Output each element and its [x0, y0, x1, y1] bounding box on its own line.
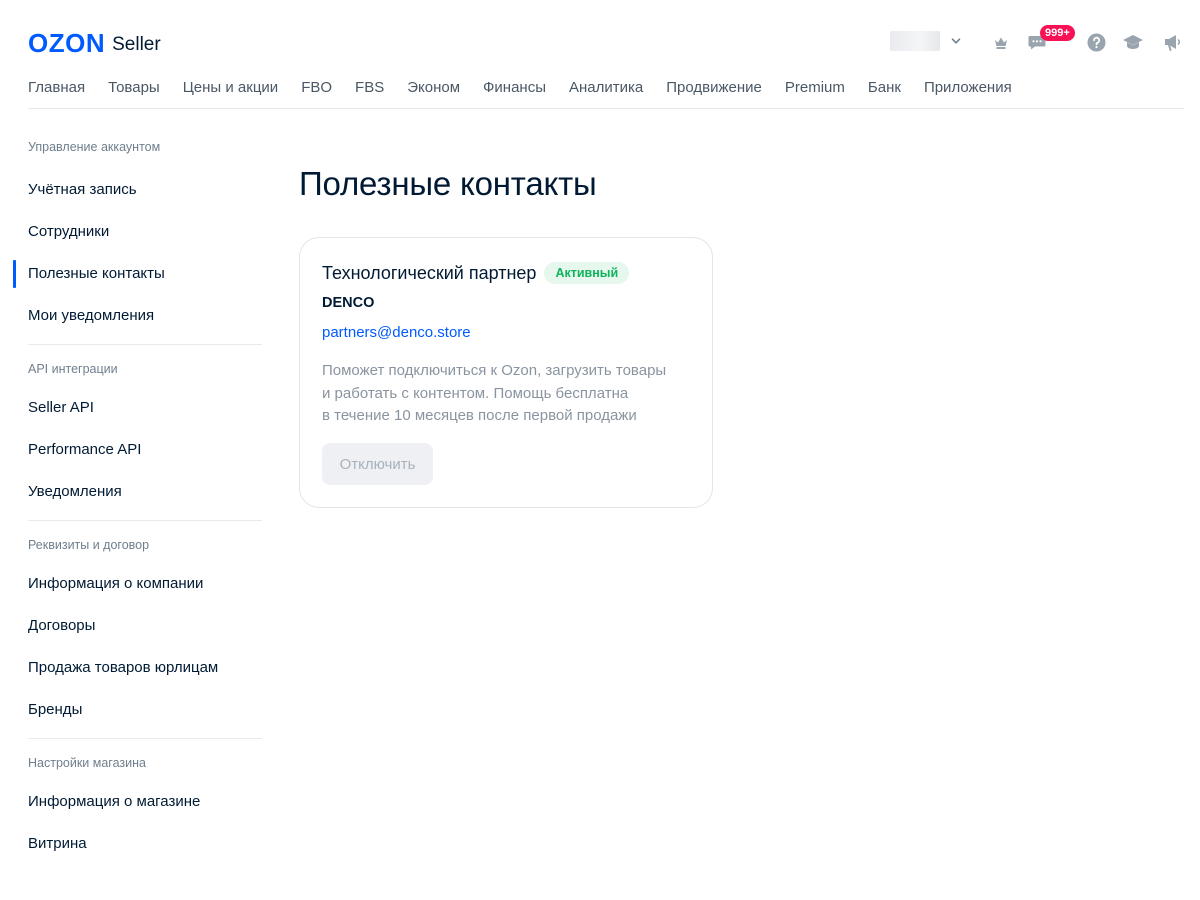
disconnect-button[interactable]: Отключить — [322, 443, 433, 485]
partner-description-line: и работать с контентом. Помощь бесплатна — [322, 384, 629, 402]
topnav-item-promotion[interactable]: Продвижение — [666, 78, 762, 100]
logo-ozon-text: OZON — [28, 28, 106, 58]
topnav-item-finance[interactable]: Финансы — [483, 78, 546, 100]
sidebar-item-useful-contacts[interactable]: Полезные контакты — [0, 260, 262, 288]
sidebar-item-store-info[interactable]: Информация о магазине — [0, 792, 262, 812]
partner-email-link[interactable]: partners@denco.store — [322, 323, 471, 343]
sidebar-item-contracts[interactable]: Договоры — [0, 616, 262, 636]
chevron-down-icon — [951, 38, 961, 44]
topnav-item-premium[interactable]: Premium — [785, 78, 845, 100]
status-badge: Активный — [544, 262, 630, 284]
topnav-item-apps[interactable]: Приложения — [924, 78, 1012, 100]
ozon-seller-logo[interactable]: OZON Seller — [28, 28, 161, 56]
partner-description: Поможет подключиться к Ozon, загрузить т… — [322, 360, 692, 428]
header: OZON Seller 999+ Главная Товары Цены и а… — [0, 0, 1200, 110]
sidebar-item-seller-api[interactable]: Seller API — [0, 398, 262, 418]
megaphone-icon[interactable] — [1161, 31, 1183, 53]
sidebar-group-title: Реквизиты и договор — [28, 538, 150, 552]
page-title: Полезные контакты — [299, 165, 597, 202]
notifications-badge: 999+ — [1040, 25, 1075, 41]
topnav-item-main[interactable]: Главная — [28, 78, 85, 100]
topnav-item-fbs[interactable]: FBS — [355, 78, 384, 100]
sidebar-item-my-notifications[interactable]: Мои уведомления — [0, 306, 262, 326]
crown-icon[interactable] — [990, 31, 1012, 53]
sidebar-item-performance-api[interactable]: Performance API — [0, 440, 262, 460]
topnav-item-prices[interactable]: Цены и акции — [183, 78, 278, 100]
logo-seller-text: Seller — [112, 34, 161, 55]
sidebar-item-api-notifications[interactable]: Уведомления — [0, 482, 262, 502]
topnav-item-fbo[interactable]: FBO — [301, 78, 332, 100]
sidebar-item-b2b-sales[interactable]: Продажа товаров юрлицам — [0, 658, 262, 678]
sidebar-item-account[interactable]: Учётная запись — [0, 180, 262, 200]
sidebar-group-title: Настройки магазина — [28, 756, 146, 770]
account-switcher[interactable] — [890, 30, 962, 52]
sidebar-group-title: API интеграции — [28, 362, 118, 376]
sidebar-item-brands[interactable]: Бренды — [0, 700, 262, 720]
partner-card-title: Технологический партнер — [322, 263, 537, 283]
topnav-item-analytics[interactable]: Аналитика — [569, 78, 643, 100]
topnav-item-bank[interactable]: Банк — [868, 78, 901, 100]
sidebar-divider — [28, 520, 262, 521]
sidebar: Управление аккаунтом Учётная запись Сотр… — [0, 132, 262, 854]
account-name-redacted — [890, 31, 940, 51]
sidebar-divider — [28, 344, 262, 345]
topnav-item-products[interactable]: Товары — [108, 78, 160, 100]
top-navigation: Главная Товары Цены и акции FBO FBS Экон… — [28, 78, 1012, 100]
partner-name: DENCO — [322, 295, 375, 311]
sidebar-item-employees[interactable]: Сотрудники — [0, 222, 262, 242]
sidebar-item-storefront[interactable]: Витрина — [0, 834, 262, 854]
sidebar-group-title: Управление аккаунтом — [28, 140, 161, 154]
sidebar-item-company-info[interactable]: Информация о компании — [0, 574, 262, 594]
partner-card-header: Технологический партнер Активный — [322, 261, 630, 285]
partner-card: Технологический партнер Активный DENCO p… — [299, 237, 713, 508]
help-icon[interactable] — [1085, 31, 1107, 53]
topnav-divider — [28, 108, 1184, 109]
partner-description-line: Поможет подключиться к Ozon, загрузить т… — [322, 362, 667, 379]
graduation-cap-icon[interactable] — [1122, 31, 1144, 53]
topnav-item-economy[interactable]: Эконом — [407, 78, 460, 100]
sidebar-divider — [28, 738, 262, 739]
partner-description-line: в течение 10 месяцев после первой продаж… — [322, 407, 637, 424]
